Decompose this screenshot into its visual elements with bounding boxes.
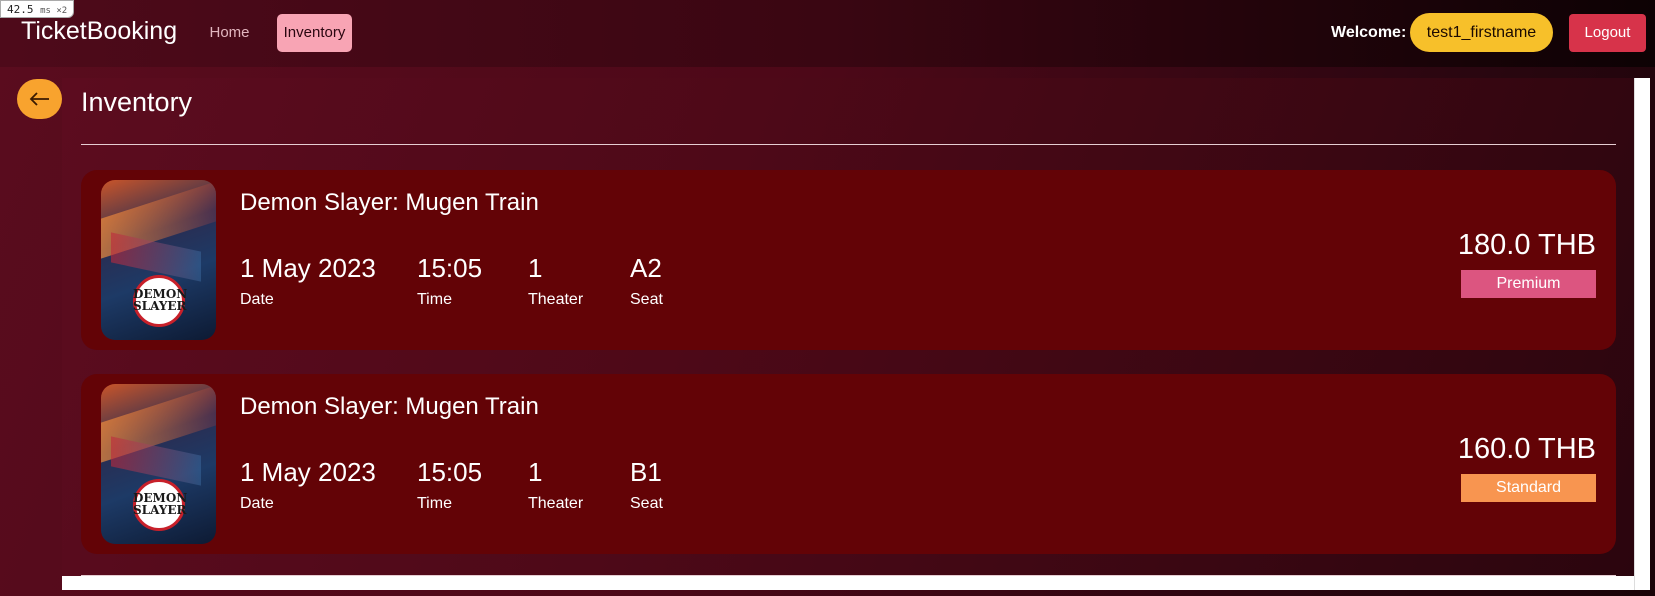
perf-unit: ms ×2 [40, 6, 68, 16]
logout-button[interactable]: Logout [1569, 14, 1646, 52]
movie-poster: DEMON SLAYER [101, 180, 216, 340]
time-label: Time [417, 291, 452, 308]
list-divider [81, 575, 1616, 576]
page-title: Inventory [81, 87, 193, 117]
ticket-card[interactable]: DEMON SLAYER Demon Slayer: Mugen Train 1… [81, 170, 1616, 350]
seat-value: B1 [630, 457, 662, 487]
date-value: 1 May 2023 [240, 253, 376, 283]
theater-value: 1 [528, 253, 543, 283]
theater-label: Theater [528, 291, 584, 308]
movie-title: Demon Slayer: Mugen Train [240, 393, 539, 420]
seat-label: Seat [630, 495, 663, 512]
ticket-card[interactable]: DEMON SLAYER Demon Slayer: Mugen Train 1… [81, 374, 1616, 554]
nav-link-inventory[interactable]: Inventory [277, 14, 352, 52]
date-label: Date [240, 495, 274, 512]
date-value: 1 May 2023 [240, 457, 376, 487]
ticket-price: 160.0 THB [1457, 433, 1596, 465]
date-label: Date [240, 291, 274, 308]
perf-overlay: 42.5 ms ×2 [0, 0, 75, 18]
tier-badge: Standard [1461, 474, 1596, 502]
arrow-left-icon [29, 92, 49, 106]
scrollbar[interactable] [1634, 78, 1650, 590]
movie-poster: DEMON SLAYER [101, 384, 216, 544]
theater-value: 1 [528, 457, 543, 487]
title-divider [81, 144, 1616, 145]
seat-value: A2 [630, 253, 662, 283]
navbar: TicketBooking Home Inventory Welcome: te… [0, 0, 1655, 67]
nav-link-home[interactable]: Home [203, 14, 256, 52]
movie-title: Demon Slayer: Mugen Train [240, 189, 539, 216]
perf-value: 42.5 [7, 3, 34, 16]
theater-label: Theater [528, 495, 584, 512]
poster-logo: DEMON SLAYER [133, 287, 188, 313]
time-value: 15:05 [417, 253, 483, 283]
time-label: Time [417, 495, 452, 512]
poster-logo: DEMON SLAYER [133, 491, 188, 517]
ticket-price: 180.0 THB [1457, 229, 1596, 261]
time-value: 15:05 [417, 457, 483, 487]
user-badge[interactable]: test1_firstname [1410, 13, 1553, 52]
welcome-label: Welcome: [1331, 24, 1407, 41]
brand-logo[interactable]: TicketBooking [21, 17, 177, 46]
seat-label: Seat [630, 291, 663, 308]
back-button[interactable] [17, 79, 62, 119]
tier-badge: Premium [1461, 270, 1596, 298]
